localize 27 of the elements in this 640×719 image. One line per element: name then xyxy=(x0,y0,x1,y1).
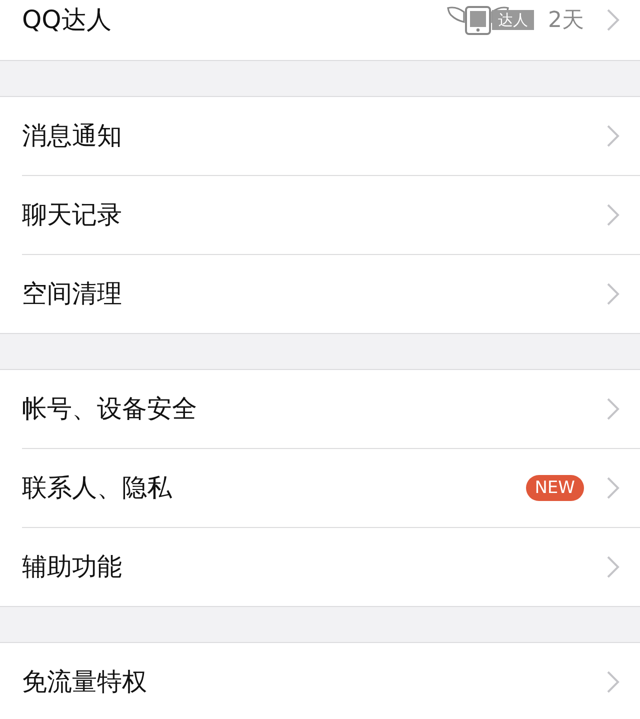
chevron-icon xyxy=(606,555,620,579)
row-label: 辅助功能 xyxy=(22,551,123,584)
talent-badge: 达人 xyxy=(492,10,534,30)
chevron-icon xyxy=(606,282,620,306)
row-label: 空间清理 xyxy=(22,278,123,310)
row-label: 消息通知 xyxy=(22,120,123,152)
chevron-icon xyxy=(606,8,620,32)
settings-row[interactable]: 免流量特权 xyxy=(0,643,640,719)
settings-row[interactable]: 空间清理 xyxy=(0,255,640,333)
row-label: 联系人、隐私 xyxy=(22,472,173,504)
settings-row[interactable]: QQ达人 达人 2天 xyxy=(0,0,640,60)
chevron-icon xyxy=(606,476,620,500)
settings-row[interactable]: 聊天记录 xyxy=(0,176,640,254)
row-label: 帐号、设备安全 xyxy=(22,393,198,426)
row-label: QQ达人 xyxy=(22,4,112,36)
chevron-icon xyxy=(606,670,620,694)
new-badge: NEW xyxy=(526,475,584,501)
settings-row[interactable]: 联系人、隐私 NEW xyxy=(0,449,640,527)
settings-row[interactable]: 消息通知 xyxy=(0,97,640,175)
settings-row[interactable]: 帐号、设备安全 xyxy=(0,370,640,448)
chevron-icon xyxy=(606,203,620,227)
row-label: 免流量特权 xyxy=(22,666,148,698)
settings-row[interactable]: 辅助功能 xyxy=(0,528,640,606)
chevron-icon xyxy=(606,124,620,148)
chevron-icon xyxy=(606,397,620,421)
row-label: 聊天记录 xyxy=(22,199,123,232)
row-value: 2天 xyxy=(548,6,584,34)
